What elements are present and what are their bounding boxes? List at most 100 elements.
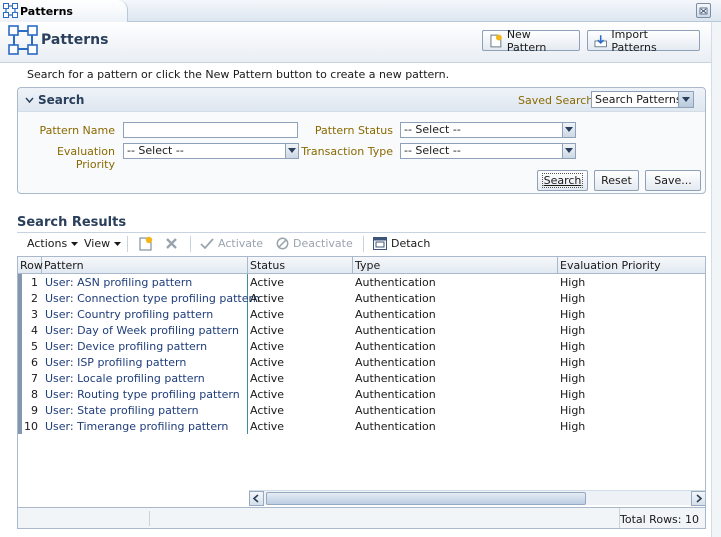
footer-separator [149,511,150,526]
column-header-type[interactable]: Type [353,257,558,274]
deactivate-button[interactable]: Deactivate [276,237,353,250]
saved-search-select[interactable]: Search Patterns [591,91,694,108]
pattern-link[interactable]: User: Connection type profiling pattern [45,291,260,307]
column-header-row[interactable]: Row [18,257,43,274]
search-panel-header: Search Saved Search Search Patterns [18,88,705,112]
status-cell: Active [250,292,285,305]
status-cell: Active [250,404,285,417]
scroll-right-button[interactable] [691,491,705,506]
column-header-evaluation-priority[interactable]: Evaluation Priority [558,257,705,274]
status-cell: Active [250,420,285,433]
tab-label: Patterns [20,4,73,18]
type-cell: Authentication [355,388,436,401]
status-cell: Active [250,356,285,369]
row-number: 5 [31,340,38,353]
new-pattern-button[interactable]: New Pattern [482,28,580,54]
priority-cell: High [560,308,586,321]
table-row[interactable]: 6 User: ISP profiling pattern Active Authen… [18,355,705,371]
pattern-name-input[interactable] [123,122,298,138]
pattern-link[interactable]: User: Locale profiling pattern [45,371,205,387]
total-rows: Total Rows: 10 [620,513,699,526]
page-header: Patterns New Pattern Import Patterns [0,22,721,62]
table-row[interactable]: 8 User: Routing type profiling pattern Act… [18,387,705,403]
priority-cell: High [560,340,586,353]
table-row[interactable]: 2 User: Connection type profiling pattern… [18,291,705,307]
priority-cell: High [560,404,586,417]
column-header-status[interactable]: Status [248,257,353,274]
instructions-text: Search for a pattern or click the New Pa… [27,68,450,81]
chevron-right-icon [696,494,703,503]
chevron-down-icon [114,241,122,246]
row-number: 9 [31,404,38,417]
row-number: 6 [31,356,38,369]
toolbar-separator [127,236,128,252]
results-toolbar: Actions View Activate Deactivate Detach [17,232,706,254]
tab-strip: Patterns [0,0,721,22]
prohibit-icon [276,237,289,250]
view-menu[interactable]: View [84,237,122,250]
pattern-link[interactable]: User: State profiling pattern [45,403,199,419]
priority-cell: High [560,420,586,433]
pattern-link[interactable]: User: Routing type profiling pattern [45,387,240,403]
patterns-icon [3,3,18,18]
type-cell: Authentication [355,356,436,369]
scrollbar-thumb[interactable] [266,492,586,505]
add-row-button[interactable] [138,236,153,251]
search-button[interactable]: Search [537,170,588,191]
evaluation-priority-select[interactable]: -- Select -- [123,143,299,159]
table-row[interactable]: 1 User: ASN profiling pattern Active Authen… [18,275,705,291]
column-header-pattern[interactable]: Pattern [42,257,248,274]
activate-button[interactable]: Activate [200,237,263,250]
priority-cell: High [560,388,586,401]
row-number: 8 [31,388,38,401]
pattern-link[interactable]: User: Timerange profiling pattern [45,419,228,435]
table-row[interactable]: 4 User: Day of Week profiling pattern Acti… [18,323,705,339]
pattern-link[interactable]: User: ASN profiling pattern [45,275,192,291]
scroll-left-button[interactable] [249,491,264,506]
window-edge [711,22,721,537]
type-cell: Authentication [355,324,436,337]
results-title: Search Results [17,215,127,230]
chevron-down-icon [562,123,575,137]
row-number: 4 [31,324,38,337]
status-cell: Active [250,340,285,353]
detach-button[interactable]: Detach [373,237,430,250]
save-search-button[interactable]: Save... [645,170,701,191]
actions-menu[interactable]: Actions [27,237,79,250]
search-title: Search [38,93,85,107]
type-cell: Authentication [355,404,436,417]
toolbar-separator [363,236,364,252]
status-cell: Active [250,308,285,321]
pattern-name-label: Pattern Name [39,124,115,137]
type-cell: Authentication [355,372,436,385]
pattern-link[interactable]: User: Day of Week profiling pattern [45,323,239,339]
delete-button[interactable] [164,236,179,251]
pattern-status-select[interactable]: -- Select -- [400,122,576,138]
reset-button[interactable]: Reset [594,170,639,191]
checkmark-icon [200,237,214,249]
table-row[interactable]: 7 User: Locale profiling pattern Active Aut… [18,371,705,387]
close-icon[interactable] [696,3,711,18]
search-panel: Search Saved Search Search Patterns Patt… [17,87,706,194]
transaction-type-label: Transaction Type [301,145,393,158]
table-row[interactable]: 10 User: Timerange profiling pattern Activ… [18,419,705,435]
pattern-link[interactable]: User: Device profiling pattern [45,339,207,355]
chevron-down-icon [562,144,575,158]
status-cell: Active [250,372,285,385]
type-cell: Authentication [355,292,436,305]
table-row[interactable]: 9 User: State profiling pattern Active Auth… [18,403,705,419]
pattern-link[interactable]: User: Country profiling pattern [45,307,213,323]
chevron-left-icon [252,494,259,503]
tab-patterns[interactable]: Patterns [0,0,128,22]
table-row[interactable]: 3 User: Country profiling pattern Active Au… [18,307,705,323]
collapse-icon[interactable] [25,96,34,105]
delete-icon [166,238,177,249]
import-patterns-button[interactable]: Import Patterns [587,28,700,54]
transaction-type-select[interactable]: -- Select -- [400,143,576,159]
pattern-link[interactable]: User: ISP profiling pattern [45,355,186,371]
patterns-icon [8,25,38,55]
horizontal-scrollbar[interactable] [249,490,705,506]
table-row[interactable]: 5 User: Device profiling pattern Active Aut… [18,339,705,355]
table-header: Row Pattern Status Type Evaluation Prior… [18,257,705,274]
row-number: 3 [31,308,38,321]
